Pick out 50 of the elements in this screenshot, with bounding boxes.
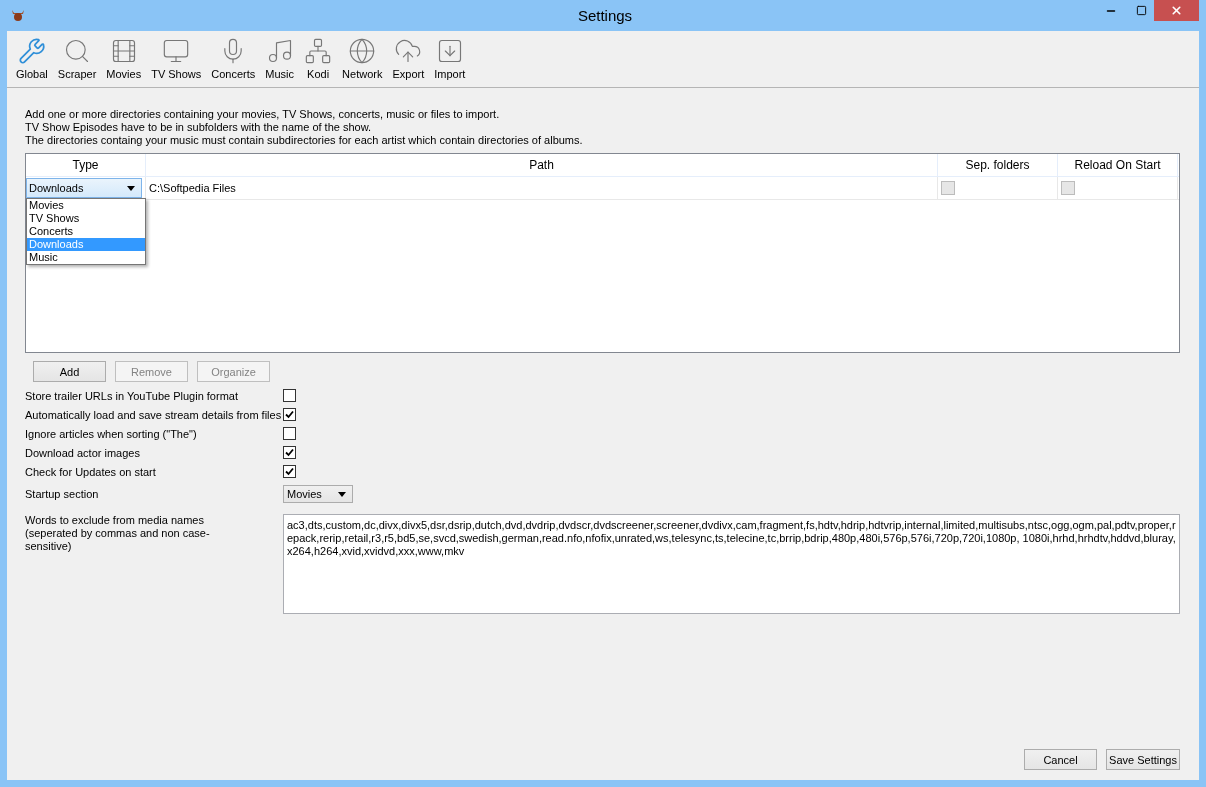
toolbar-tab[interactable]: Export <box>387 37 430 87</box>
toolbar-tab[interactable]: Global <box>11 37 53 87</box>
dropdown-option[interactable]: Movies <box>27 199 145 212</box>
column-header[interactable]: Path <box>146 154 938 176</box>
checkmark-icon <box>285 448 294 457</box>
checkbox[interactable] <box>283 465 296 478</box>
caret-icon <box>338 491 346 497</box>
toolbar-tab[interactable]: Kodi <box>299 37 338 87</box>
option-label: Check for Updates on start <box>25 465 157 478</box>
checkbox[interactable] <box>1061 181 1075 195</box>
dropdown-option[interactable]: Concerts <box>27 225 145 238</box>
checkmark-icon <box>285 410 294 419</box>
table-button[interactable]: Add <box>33 361 106 382</box>
footer-button[interactable]: Cancel <box>1024 749 1097 770</box>
column-header[interactable]: Sep. folders <box>938 154 1058 176</box>
caret-icon <box>127 185 135 191</box>
column-header[interactable]: Reload On Start <box>1058 154 1178 176</box>
toolbar-tab[interactable]: Music <box>260 37 300 87</box>
option-label: Download actor images <box>25 446 141 459</box>
toolbar-tab[interactable]: Import <box>429 37 471 87</box>
close-icon <box>1170 4 1183 17</box>
info-text: TV Show Episodes have to be in subfolders with the name of the show. <box>25 121 373 134</box>
type-dropdown[interactable]: Downloads <box>26 178 142 198</box>
maximize-icon <box>1135 5 1147 16</box>
window-title: Settings <box>576 7 634 24</box>
path-cell: C:\Softpedia Files <box>146 177 938 199</box>
info-text: Add one or more directories containing your movies, TV Shows, concerts, music or files to import. <box>25 108 501 121</box>
option-label: Words to exclude from media names (seperated by commas and non case-sensitive) <box>25 514 210 554</box>
info-text: The directories containg your music must contain subdirectories for each artist which contain directories of albums. <box>25 134 584 147</box>
toolbar-tab[interactable]: Concerts <box>206 37 261 87</box>
checkbox[interactable] <box>283 408 296 421</box>
toolbar-tab[interactable]: Network <box>337 37 388 87</box>
toolbar-tab[interactable]: TV Shows <box>146 37 207 87</box>
checkbox[interactable] <box>283 389 296 402</box>
checkbox[interactable] <box>283 446 296 459</box>
checkbox[interactable] <box>283 427 296 440</box>
dropdown-option[interactable]: TV Shows <box>27 212 145 225</box>
startup-section-dropdown[interactable]: Movies <box>283 485 353 503</box>
column-header[interactable]: Type <box>26 154 146 176</box>
dropdown-option[interactable]: Music <box>27 251 145 264</box>
option-label: Automatically load and save stream details from files <box>25 408 283 421</box>
option-label: Store trailer URLs in YouTube Plugin format <box>25 389 239 402</box>
option-label: Ignore articles when sorting ("The") <box>25 427 198 440</box>
checkbox[interactable] <box>941 181 955 195</box>
option-label: Startup section <box>25 488 100 500</box>
toolbar-tab[interactable]: Scraper <box>52 37 102 87</box>
toolbar-tab[interactable]: Movies <box>101 37 147 87</box>
checkmark-icon <box>285 467 294 476</box>
exclude-words-field[interactable]: ac3,dts,custom,dc,divx,divx5,dsr,dsrip,dutch,dvd,dvdrip,dvdscr,dvdscreener,screener,dvdivx,cam,fragment,fs,hdtv,hdrip,hdtvrip,internal,limited,multisubs,ntsc,ogg,ogm,pal,pdtv,proper,repack,rerip,retail,r3,r5,bd5,se,svcd,swedish,german,read.nfo,nfofix,unrated,ws,telesync,ts,telecine,tc,brrip,bdrip,480p,480i,576p,576i,720p,720i,1080p, 1080i,hrhd,hrhdtv,hddvd,bluray,x264,h264,xvid,xvidvd,xxx,www,mkv <box>283 514 1180 614</box>
footer-button[interactable]: Save Settings <box>1106 749 1180 770</box>
